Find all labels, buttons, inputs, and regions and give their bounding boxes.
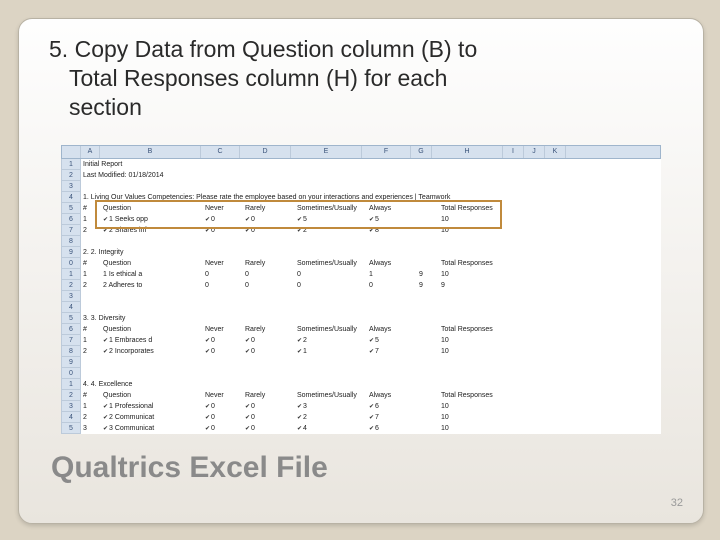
col-E: E [291, 146, 362, 158]
step-line2: Total Responses column (H) for each [49, 64, 669, 93]
row-17: 7 1 1 Embraces d 0 0 2 5 10 [61, 335, 661, 346]
hdr-question: Question [101, 203, 203, 214]
row-10: 0 # Question Never Rarely Sometimes/Usua… [61, 258, 661, 269]
step-line3: section [49, 93, 669, 122]
hdr-total: Total Responses [439, 203, 511, 214]
col-H: H [432, 146, 503, 158]
row-2: 2Last Modified: 01/18/2014 [61, 170, 661, 181]
row-23: 3 1 1 Professional 0 0 3 6 10 [61, 401, 661, 412]
s1r1-c: 0 [203, 214, 243, 225]
s1r2-f: 8 [367, 225, 417, 236]
step-number: 5. [49, 36, 68, 62]
section4-title: 4. 4. Excellence [81, 379, 643, 390]
row-22: 2 # Question Never Rarely Sometimes/Usua… [61, 390, 661, 401]
s1r2-c: 0 [203, 225, 243, 236]
hdr-always: Always [367, 203, 417, 214]
page-number: 32 [671, 497, 683, 509]
s1r2-n: 2 [81, 225, 101, 236]
s1r2-h: 10 [439, 225, 511, 236]
col-F: F [362, 146, 411, 158]
row-21: 14. 4. Excellence [61, 379, 661, 390]
row-14: 4 [61, 302, 661, 313]
row-12: 2 2 2 Adheres to 0 0 0 0 9 9 [61, 280, 661, 291]
row-20: 0 [61, 368, 661, 379]
col-G: G [411, 146, 432, 158]
cell-A1: Initial Report [81, 159, 643, 170]
col-C: C [201, 146, 240, 158]
slide-title: Qualtrics Excel File [51, 451, 328, 485]
s1r1-q: 1 Seeks opp [101, 214, 203, 225]
row-7: 7 2 2 Shares inf 0 0 2 8 10 [61, 225, 661, 236]
row-25: 5 3 3 Communicat 0 0 4 6 10 [61, 423, 661, 434]
hdr-rarely: Rarely [243, 203, 295, 214]
column-header-row: A B C D E F G H I J K [61, 145, 661, 159]
cell-A2: Last Modified: 01/18/2014 [81, 170, 643, 181]
excel-screenshot: A B C D E F G H I J K 1Initial Report 2L… [61, 145, 661, 434]
s1r2-q: 2 Shares inf [101, 225, 203, 236]
row-24: 4 2 2 Communicat 0 0 2 7 10 [61, 412, 661, 423]
hdr-never: Never [203, 203, 243, 214]
col-A: A [81, 146, 100, 158]
section1-title: 1. Living Our Values Competencies: Pleas… [81, 192, 643, 203]
col-I: I [503, 146, 524, 158]
slide-card: 5. Copy Data from Question column (B) to… [18, 18, 704, 524]
row-8: 8 [61, 236, 661, 247]
row-5: 5 # Question Never Rarely Sometimes/Usua… [61, 203, 661, 214]
s1r1-h: 10 [439, 214, 511, 225]
col-D: D [240, 146, 291, 158]
col-K: K [545, 146, 566, 158]
row-4: 41. Living Our Values Competencies: Plea… [61, 192, 661, 203]
col-B: B [100, 146, 201, 158]
section3-title: 3. 3. Diversity [81, 313, 643, 324]
s1r2-e: 2 [295, 225, 367, 236]
row-16: 6 # Question Never Rarely Sometimes/Usua… [61, 324, 661, 335]
col-corner [62, 146, 81, 158]
col-J: J [524, 146, 545, 158]
row-9: 92. 2. Integrity [61, 247, 661, 258]
s1r2-d: 0 [243, 225, 295, 236]
row-6: 6 1 1 Seeks opp 0 0 5 5 10 [61, 214, 661, 225]
s1r1-d: 0 [243, 214, 295, 225]
hdr-sometimes: Sometimes/Usually [295, 203, 367, 214]
row-1: 1Initial Report [61, 159, 661, 170]
row-18: 8 2 2 Incorporates 0 0 1 7 10 [61, 346, 661, 357]
section2-title: 2. 2. Integrity [81, 247, 643, 258]
row-15: 53. 3. Diversity [61, 313, 661, 324]
row-3: 3 [61, 181, 661, 192]
row-13: 3 [61, 291, 661, 302]
s1r1-n: 1 [81, 214, 101, 225]
hdr-num: # [81, 203, 101, 214]
row-19: 9 [61, 357, 661, 368]
s1r1-e: 5 [295, 214, 367, 225]
step-line1: Copy Data from Question column (B) to [75, 36, 478, 62]
s1r1-f: 5 [367, 214, 417, 225]
row-11: 1 1 1 Is ethical a 0 0 0 1 9 10 [61, 269, 661, 280]
step-instruction: 5. Copy Data from Question column (B) to… [49, 35, 669, 121]
